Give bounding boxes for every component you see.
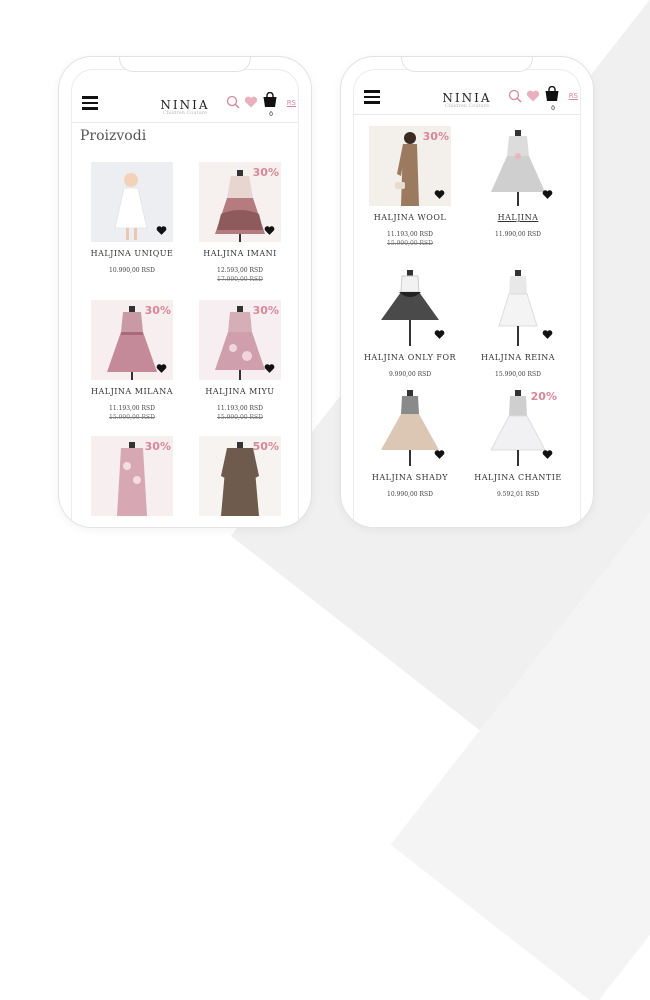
product-price: 10.990,00 RSD: [387, 491, 433, 498]
site-header: NINIA Children Couture 0 RS: [72, 70, 298, 123]
product-card[interactable]: 30% HALJINA WOOL 11.193,00 RSD 15.990,00…: [360, 126, 460, 248]
cart-count: 0: [269, 111, 273, 118]
product-image[interactable]: [369, 386, 451, 466]
phone-screen: NINIA Children Couture 0 RS 30% HALJINA …: [353, 69, 581, 527]
discount-badge: 30%: [252, 166, 279, 179]
product-image[interactable]: 50%: [199, 436, 281, 516]
language-switch[interactable]: RS: [569, 92, 578, 100]
product-card[interactable]: HALJINA SHADY 10.990,00 RSD: [360, 386, 460, 499]
brand-tagline: Children Couture: [162, 110, 208, 116]
product-card[interactable]: HALJINA ONLY FOR 9.990,00 RSD: [360, 266, 460, 379]
product-image[interactable]: [477, 126, 559, 206]
product-image[interactable]: 20%: [477, 386, 559, 466]
wishlist-heart-icon[interactable]: [434, 449, 445, 460]
wishlist-heart-icon[interactable]: [244, 95, 258, 109]
product-name[interactable]: HALJINA SHADY: [360, 472, 460, 484]
discount-badge: 20%: [530, 390, 557, 403]
wishlist-heart-icon[interactable]: [542, 329, 553, 340]
discount-badge: 30%: [252, 304, 279, 317]
product-card[interactable]: HALJINA UNIQUE 10.990,00 RSD: [82, 162, 182, 275]
product-old-price: 15.990,00 RSD: [387, 240, 433, 247]
product-card[interactable]: HALJINA REINA 15.990,00 RSD: [468, 266, 568, 379]
product-name[interactable]: HALJINA UNIQUE: [82, 248, 182, 260]
phone-notch: [401, 57, 533, 72]
product-image[interactable]: 30%: [199, 162, 281, 242]
phone-screen: NINIA Children Couture 0 RS Proizvodi HA…: [71, 69, 299, 527]
wishlist-heart-icon[interactable]: [264, 225, 275, 236]
discount-badge: 50%: [252, 440, 279, 453]
wishlist-heart-icon[interactable]: [434, 329, 445, 340]
site-header: NINIA Children Couture 0 RS: [354, 70, 580, 115]
search-icon[interactable]: [226, 95, 240, 109]
product-price: 11.193,00 RSD: [387, 231, 433, 238]
product-price: 11.193,00 RSD: [109, 405, 155, 412]
wishlist-heart-icon[interactable]: [526, 89, 540, 103]
product-price: 9.592,01 RSD: [496, 491, 540, 498]
product-price: 9.990,00 RSD: [388, 371, 432, 378]
product-name[interactable]: HALJINA: [468, 212, 568, 224]
product-image[interactable]: [369, 266, 451, 346]
wishlist-heart-icon[interactable]: [264, 363, 275, 374]
product-price: 12.593,00 RSD: [217, 267, 263, 274]
phone-mockup-left: NINIA Children Couture 0 RS Proizvodi HA…: [58, 56, 312, 528]
cart-count: 0: [551, 105, 555, 112]
product-name[interactable]: HALJINA WOOL: [360, 212, 460, 224]
product-card[interactable]: 30%: [82, 436, 182, 516]
wishlist-heart-icon[interactable]: [156, 363, 167, 374]
product-price: 11.990,00 RSD: [495, 231, 541, 238]
brand-tagline: Children Couture: [444, 103, 490, 109]
phone-mockup-right: NINIA Children Couture 0 RS 30% HALJINA …: [340, 56, 594, 528]
product-card[interactable]: 30% HALJINA IMANI 12.593,00 RSD 17.990,0…: [190, 162, 290, 284]
product-name[interactable]: HALJINA REINA: [468, 352, 568, 364]
product-name[interactable]: HALJINA MILANA: [82, 386, 182, 398]
product-name[interactable]: HALJINA CHANTIE: [468, 472, 568, 484]
wishlist-heart-icon[interactable]: [542, 189, 553, 200]
product-old-price: 15.990,00 RSD: [217, 414, 263, 421]
wishlist-heart-icon[interactable]: [156, 225, 167, 236]
product-image[interactable]: [91, 162, 173, 242]
product-card[interactable]: 30% HALJINA MILANA 11.193,00 RSD 15.990,…: [82, 300, 182, 422]
product-image[interactable]: 30%: [91, 300, 173, 380]
product-old-price: 15.990,00 RSD: [109, 414, 155, 421]
product-image[interactable]: 30%: [369, 126, 451, 206]
product-name[interactable]: HALJINA MIYU: [190, 386, 290, 398]
discount-badge: 30%: [144, 304, 171, 317]
product-old-price: 17.990,00 RSD: [217, 276, 263, 283]
discount-badge: 30%: [422, 130, 449, 143]
product-card[interactable]: HALJINA 11.990,00 RSD: [468, 126, 568, 239]
product-price: 10.990,00 RSD: [109, 267, 155, 274]
shopping-bag-icon[interactable]: [544, 86, 560, 102]
wishlist-heart-icon[interactable]: [542, 449, 553, 460]
product-name[interactable]: HALJINA IMANI: [190, 248, 290, 260]
discount-badge: 30%: [144, 440, 171, 453]
shopping-bag-icon[interactable]: [262, 92, 278, 108]
product-image[interactable]: 30%: [91, 436, 173, 516]
product-card[interactable]: 20% HALJINA CHANTIE 9.592,01 RSD: [468, 386, 568, 499]
product-price: 15.990,00 RSD: [495, 371, 541, 378]
page-title: Proizvodi: [80, 128, 147, 144]
product-name[interactable]: HALJINA ONLY FOR: [360, 352, 460, 364]
language-switch[interactable]: RS: [287, 99, 296, 107]
search-icon[interactable]: [508, 89, 522, 103]
product-image[interactable]: [477, 266, 559, 346]
product-image[interactable]: 30%: [199, 300, 281, 380]
product-card[interactable]: 30% HALJINA MIYU 11.193,00 RSD 15.990,00…: [190, 300, 290, 422]
product-price: 11.193,00 RSD: [217, 405, 263, 412]
wishlist-heart-icon[interactable]: [434, 189, 445, 200]
product-card[interactable]: 50%: [190, 436, 290, 516]
phone-notch: [119, 57, 251, 72]
